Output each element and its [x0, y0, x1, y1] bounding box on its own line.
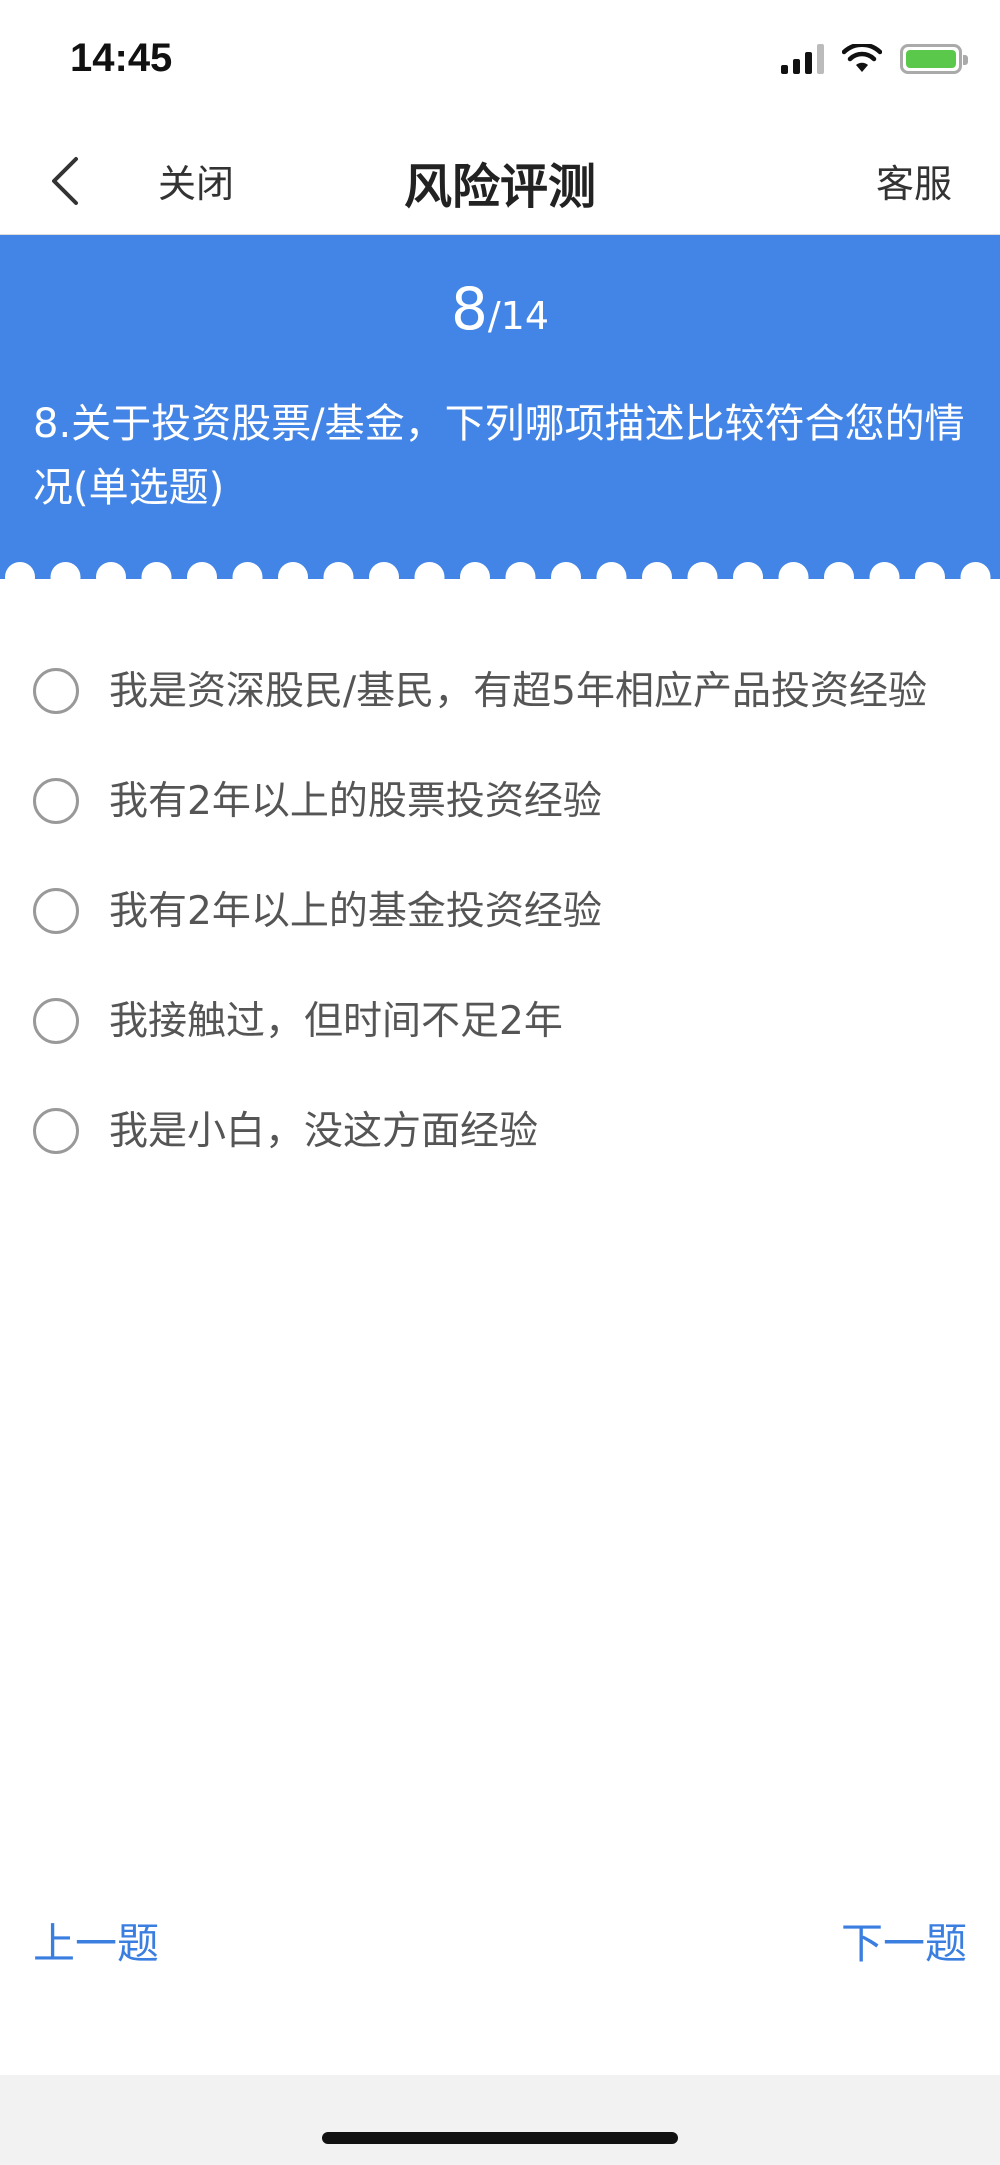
option-item[interactable]: 我是小白，没这方面经验: [0, 1100, 1000, 1163]
option-label: 我有2年以上的股票投资经验: [109, 779, 602, 824]
battery-charging-icon: [900, 44, 968, 74]
status-icons: [781, 44, 968, 74]
question-header: 8/14 8.关于投资股票/基金，下列哪项描述比较符合您的情况(单选题): [0, 235, 1000, 565]
previous-question-button[interactable]: 上一题: [33, 1910, 159, 1971]
customer-service-button[interactable]: 客服: [876, 153, 952, 208]
home-indicator[interactable]: [322, 2132, 678, 2144]
progress-current: 8: [450, 275, 488, 343]
home-area: [0, 2075, 1000, 2165]
option-item[interactable]: 我接触过，但时间不足2年: [0, 990, 1000, 1053]
page-title: 风险评测: [403, 159, 596, 215]
signal-icon: [781, 44, 824, 74]
option-label: 我有2年以上的基金投资经验: [109, 889, 602, 934]
progress-total: /14: [487, 294, 550, 338]
option-label: 我是小白，没这方面经验: [109, 1109, 539, 1154]
option-item[interactable]: 我是资深股民/基民，有超5年相应产品投资经验: [0, 660, 1000, 723]
status-bar: 14:45: [0, 0, 1000, 125]
option-item[interactable]: 我有2年以上的股票投资经验: [0, 770, 1000, 833]
radio-button[interactable]: [33, 888, 79, 934]
options-list: 我是资深股民/基民，有超5年相应产品投资经验 我有2年以上的股票投资经验 我有2…: [0, 660, 1000, 1163]
radio-button[interactable]: [33, 668, 79, 714]
question-text: 8.关于投资股票/基金，下列哪项描述比较符合您的情况(单选题): [33, 401, 965, 511]
option-item[interactable]: 我有2年以上的基金投资经验: [0, 880, 1000, 943]
radio-button[interactable]: [33, 1108, 79, 1154]
next-question-button[interactable]: 下一题: [841, 1910, 967, 1971]
status-time: 14:45: [70, 36, 173, 80]
question-progress: 8/14: [0, 275, 1000, 343]
wifi-icon: [842, 44, 882, 72]
scallop-edge: [0, 555, 1000, 579]
option-label: 我是资深股民/基民，有超5年相应产品投资经验: [109, 669, 927, 714]
radio-button[interactable]: [33, 778, 79, 824]
radio-button[interactable]: [33, 998, 79, 1044]
nav-bar: 关闭 风险评测 客服: [0, 125, 1000, 235]
option-label: 我接触过，但时间不足2年: [109, 999, 563, 1044]
